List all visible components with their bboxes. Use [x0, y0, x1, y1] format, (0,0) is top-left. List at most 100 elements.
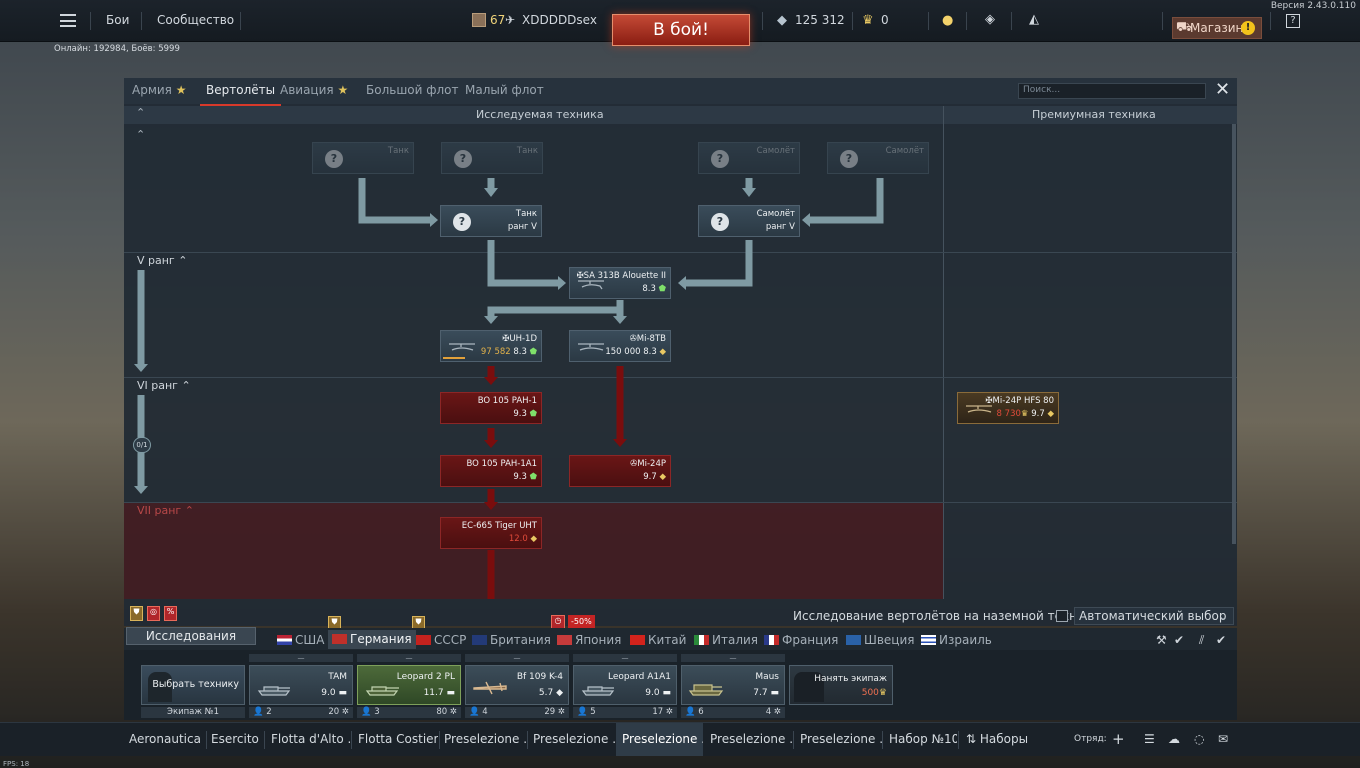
- nation-tab-ussr[interactable]: СССР: [416, 633, 466, 647]
- flag-icon: [630, 635, 645, 645]
- contacts-icon[interactable]: ☁: [1162, 723, 1186, 756]
- nation-tab-sweden[interactable]: Швеция: [846, 633, 914, 647]
- hire-crew-slot[interactable]: Нанять экипаж 500♛: [789, 665, 893, 705]
- slot-header: —: [357, 654, 461, 662]
- vehicle-card-bo105-pah1a1[interactable]: BO 105 PAH-1A1 9.3 ⬟: [440, 455, 542, 487]
- research-cost: 97 582: [480, 347, 511, 357]
- vehicle-card-uh1d[interactable]: ✠UH-1D 97 582 8.3 ⬟: [440, 330, 542, 362]
- to-battle-button[interactable]: В бой!: [612, 14, 750, 46]
- wrench-icon[interactable]: ⚒: [1156, 633, 1167, 647]
- research-progress-bar: [443, 357, 465, 359]
- vehicle-card-tank-rank5[interactable]: ? Танк ранг V: [440, 205, 542, 237]
- menu-icon[interactable]: [60, 14, 76, 27]
- chat-icon[interactable]: ◌: [1188, 723, 1210, 756]
- preset-tab[interactable]: Preselezione ...: [438, 723, 526, 756]
- auto-select-dropdown[interactable]: Автоматический выбор ⌄: [1074, 607, 1234, 625]
- scrollbar[interactable]: [1232, 124, 1236, 544]
- rocket-icon: ◆: [659, 472, 666, 482]
- shop-button[interactable]: ⛟ Магазин !: [1172, 17, 1262, 39]
- vehicle-card-plane-placeholder[interactable]: ? Самолёт: [698, 142, 800, 174]
- vehicle-card-alouette[interactable]: ✠SA 313B Alouette II 8.3 ⬟: [569, 267, 671, 299]
- list-icon[interactable]: ☰: [1138, 723, 1161, 756]
- separator: [958, 731, 959, 749]
- research-on-ground-checkbox[interactable]: [1056, 610, 1068, 622]
- presets-menu-button[interactable]: ⇅ Наборы: [960, 723, 1036, 756]
- vehicle-card-bo105-pah1[interactable]: BO 105 PAH-1 9.3 ⬟: [440, 392, 542, 424]
- preset-tab[interactable]: Preselezione ...: [527, 723, 615, 756]
- player-name[interactable]: XDDDDDsex: [522, 13, 597, 27]
- search-input[interactable]: Поиск...: [1018, 83, 1206, 99]
- vehicle-name: Maus: [755, 672, 779, 682]
- repair-all-icon[interactable]: ✔: [1174, 633, 1184, 647]
- online-stats: Онлайн: 192984, Боёв: 5999: [54, 44, 180, 54]
- preset-tab[interactable]: Aeronautica: [123, 723, 205, 756]
- vehicle-card-mi24p[interactable]: ✇Mi-24P 9.7 ◆: [569, 455, 671, 487]
- preset-tab[interactable]: Preselezione ...: [794, 723, 882, 756]
- presets-label: Наборы: [979, 732, 1029, 746]
- vehicle-card-mi8tb[interactable]: ✇Mi-8TB 150 000 8.3 ◆: [569, 330, 671, 362]
- menu-community[interactable]: Сообщество: [157, 13, 234, 27]
- repair-badge-icon[interactable]: ◎: [147, 606, 160, 621]
- crew-slot-bf109-k4[interactable]: Bf 109 K-4 5.7 ◆: [465, 665, 569, 705]
- battle-rating: 9.7: [643, 472, 657, 482]
- vehicle-card-mi24p-hfs80[interactable]: ✠Mi-24P HFS 80 8 730♛ 9.7 ◆: [957, 392, 1059, 424]
- crew-slot-footer: 👤 4 29 ✲: [465, 707, 569, 718]
- crew-slot-leopard-a1a1[interactable]: Leopard A1A1 9.0 ▬: [573, 665, 677, 705]
- nation-tab-britain[interactable]: Британия: [472, 633, 551, 647]
- nation-label: Израиль: [939, 633, 992, 647]
- add-squad-icon[interactable]: +: [1106, 723, 1131, 756]
- purchase-cost: 8 730: [996, 409, 1021, 419]
- diamond-icon[interactable]: ◈: [985, 13, 995, 27]
- nation-tab-italy[interactable]: Италия: [694, 633, 758, 647]
- preset-tab[interactable]: Набор №10: [883, 723, 957, 756]
- preset-tab-active[interactable]: Preselezione ...: [616, 723, 703, 756]
- separator: [966, 12, 967, 30]
- nation-tab-china[interactable]: Китай: [630, 633, 686, 647]
- close-icon[interactable]: ✕: [1215, 81, 1230, 99]
- vehicle-name: Танк: [387, 146, 409, 156]
- separator: [240, 12, 241, 30]
- golden-eagles-count: 0: [881, 13, 889, 27]
- ammo-check-icon[interactable]: ✔: [1216, 633, 1226, 647]
- vehicle-card-tank-placeholder[interactable]: ? Танк: [441, 142, 543, 174]
- unknown-icon: ?: [325, 150, 343, 168]
- vehicle-card-ec665-tiger[interactable]: EC-665 Tiger UHT 12.0 ◆: [440, 517, 542, 549]
- help-icon[interactable]: ?: [1286, 14, 1300, 28]
- nation-tab-japan[interactable]: Япония: [557, 633, 621, 647]
- nation-tab-france[interactable]: Франция: [764, 633, 838, 647]
- coupon-icon[interactable]: ◭: [1029, 13, 1039, 27]
- nation-label: СССР: [434, 633, 467, 647]
- nation-tab-israel[interactable]: Израиль: [921, 633, 992, 647]
- menu-battles[interactable]: Бои: [106, 13, 129, 27]
- preset-tab[interactable]: Preselezione ...: [704, 723, 792, 756]
- mail-icon[interactable]: ✉: [1212, 723, 1234, 756]
- battle-rating: 11.7: [423, 688, 444, 698]
- tank-icon: [257, 686, 291, 696]
- vehicle-card-plane-placeholder[interactable]: ? Самолёт: [827, 142, 929, 174]
- ammo-icon[interactable]: ⫽: [1199, 633, 1204, 648]
- crew-slot-maus[interactable]: Maus 7.7 ▬: [681, 665, 785, 705]
- vehicle-name: Leopard A1A1: [607, 672, 671, 682]
- preset-tab[interactable]: Flotta Costiera: [352, 723, 438, 756]
- select-vehicle-slot[interactable]: Выбрать технику: [141, 665, 245, 705]
- discount-badge-icon[interactable]: %: [164, 606, 177, 621]
- lightbulb-icon[interactable]: ●: [942, 14, 953, 28]
- nation-tab-germany[interactable]: Германия: [328, 630, 416, 649]
- battle-rating: 5.7: [538, 688, 554, 698]
- avatar[interactable]: [472, 13, 486, 27]
- crew-slot-leopard-2pl[interactable]: Leopard 2 PL 11.7 ▬: [357, 665, 461, 705]
- flag-icon: [694, 635, 709, 645]
- research-button[interactable]: Исследования: [126, 627, 256, 645]
- nation-tab-usa[interactable]: США: [277, 633, 324, 647]
- crew-label-bar: Экипаж №1: [141, 707, 245, 718]
- vehicle-card-tank-placeholder[interactable]: ? Танк: [312, 142, 414, 174]
- crew-slot-tam[interactable]: TAM 9.0 ▬: [249, 665, 353, 705]
- vehicle-name: Mi-24P: [637, 459, 666, 469]
- nation-label: Италия: [712, 633, 759, 647]
- separator: [928, 12, 929, 30]
- preset-tab[interactable]: Flotta d'Alto ...: [265, 723, 350, 756]
- preset-tab[interactable]: Esercito: [205, 723, 263, 756]
- vehicle-card-plane-rank5[interactable]: ? Самолёт ранг V: [698, 205, 800, 237]
- nation-tabs: США Германия СССР Британия Япония Китай …: [124, 628, 1237, 650]
- crew-skill-badge-icon[interactable]: ⛊: [130, 606, 143, 621]
